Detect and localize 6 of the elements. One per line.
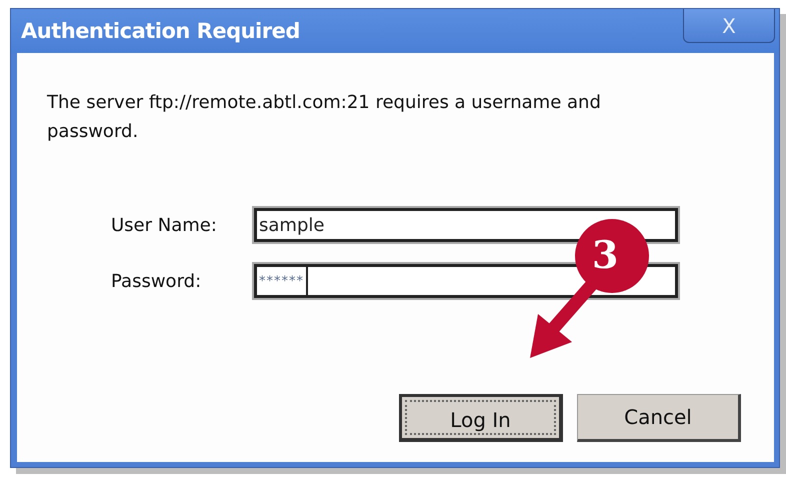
field-label: Password:	[111, 270, 202, 292]
field-label: User Name:	[111, 214, 218, 236]
dialog-button[interactable]: Log In	[399, 394, 563, 442]
window-title: Authentication Required	[20, 18, 300, 43]
dialog-button[interactable]: Cancel	[577, 394, 741, 442]
message-text: The server ftp://remote.abtl.com:21 requires a username and password.	[47, 91, 602, 144]
